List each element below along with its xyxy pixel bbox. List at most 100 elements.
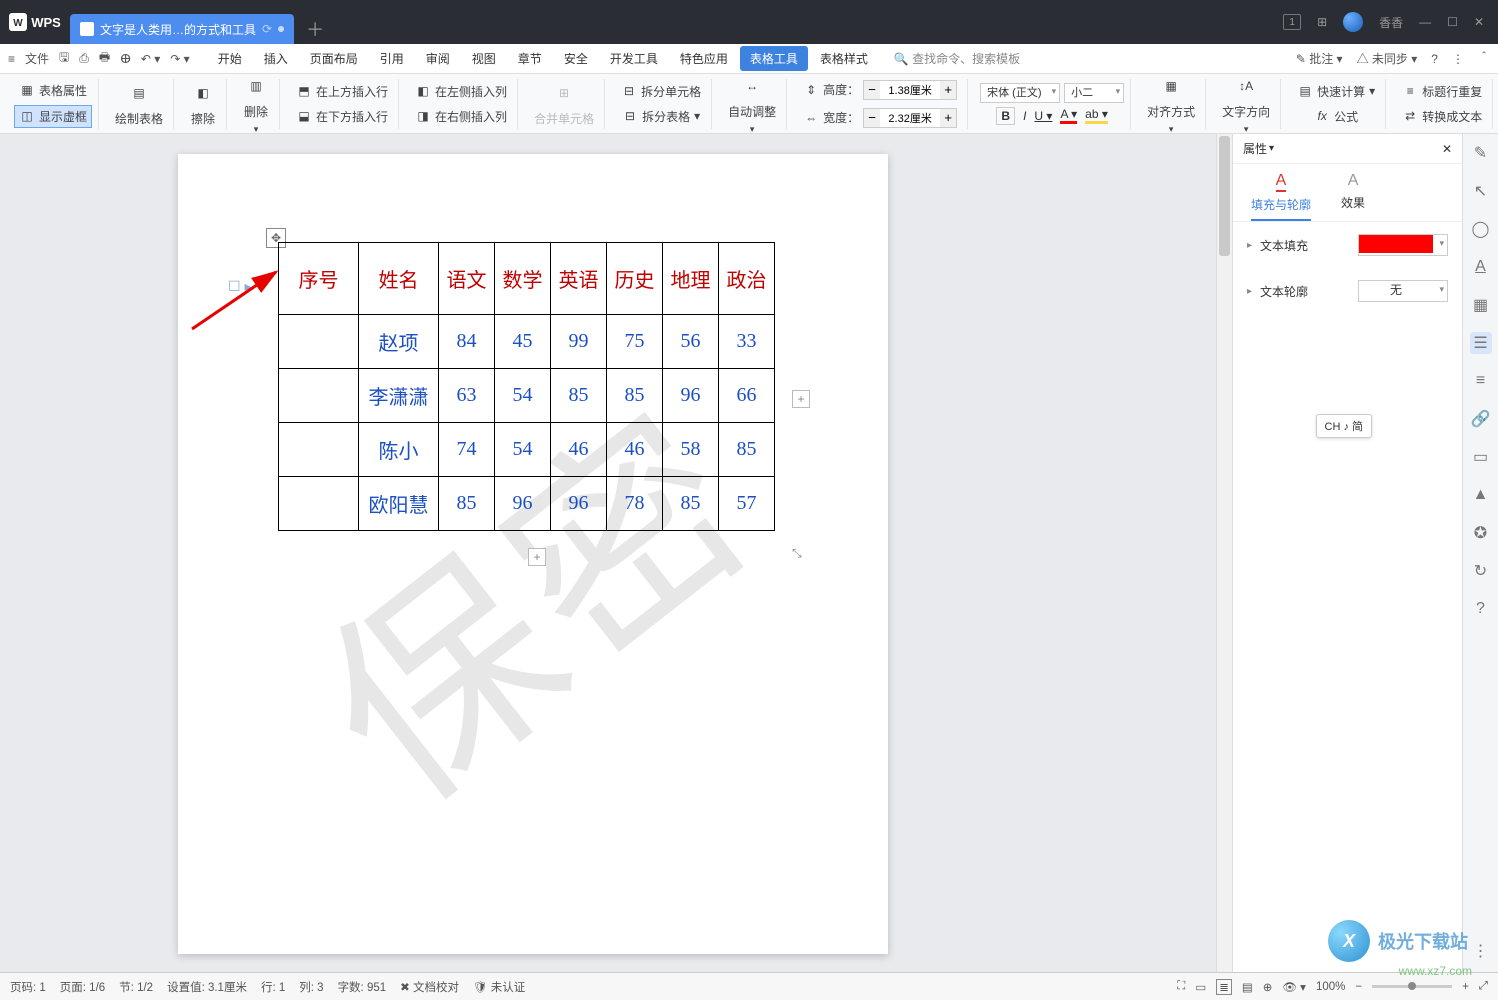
underline-button[interactable]: U ▾ [1034,109,1052,123]
collapse-ribbon-button[interactable]: ＾ [1478,50,1490,67]
show-gridlines-button[interactable]: ◫显示虚框 [14,105,92,128]
cell[interactable]: 85 [719,423,775,477]
cell[interactable]: 李潇潇 [359,369,439,423]
format-painter-icon[interactable]: ⴲ [120,52,131,66]
page-range[interactable]: 页面: 1/6 [60,979,105,995]
expand-icon[interactable]: ▸ [1247,286,1252,297]
text-direction-button[interactable]: ↕A文字方向▾ [1218,71,1274,137]
th[interactable]: 数学 [495,243,551,315]
quick-calc-button[interactable]: ▤快速计算 ▾ [1293,81,1379,102]
font-family-combo[interactable]: 宋体 (正文) [980,83,1060,103]
alignment-button[interactable]: ▦对齐方式▾ [1143,71,1199,137]
cell[interactable]: 66 [719,369,775,423]
cell[interactable] [279,477,359,531]
word-count[interactable]: 字数: 951 [338,979,387,995]
add-row-handle[interactable]: + [528,548,546,566]
cell[interactable]: 赵项 [359,315,439,369]
resize-handle[interactable]: ⤡ [792,546,808,562]
side-history-icon[interactable]: ↻ [1470,560,1492,582]
menu-5[interactable]: 视图 [462,46,506,71]
insert-col-right-button[interactable]: ◨在右侧插入列 [411,106,511,127]
cell[interactable]: 96 [663,369,719,423]
side-settings-icon[interactable]: ☰ [1470,332,1492,354]
annotation-toggle[interactable]: ✎ 批注 ▾ [1296,50,1343,67]
font-size-combo[interactable]: 小二 [1064,83,1124,103]
formula-button[interactable]: fx公式 [1310,106,1362,127]
cell[interactable]: 57 [719,477,775,531]
undo-button[interactable]: ↶ ▾ [141,52,160,66]
th[interactable]: 序号 [279,243,359,315]
zoom-level[interactable]: 100% [1316,981,1345,993]
convert-to-text-button[interactable]: ⇄转换成文本 [1398,106,1486,127]
cell[interactable]: 56 [663,315,719,369]
side-text-icon[interactable]: A [1470,256,1492,278]
vertical-scrollbar[interactable] [1216,134,1232,972]
th[interactable]: 政治 [719,243,775,315]
th[interactable]: 语文 [439,243,495,315]
zoom-out[interactable]: − [1355,981,1362,993]
eye-icon[interactable]: 👁 ▾ [1282,980,1306,994]
italic-button[interactable]: I [1023,109,1026,123]
column[interactable]: 列: 3 [299,979,323,995]
cell[interactable]: 85 [439,477,495,531]
cell[interactable] [279,423,359,477]
cell[interactable]: 54 [495,423,551,477]
window-count-badge[interactable]: 1 [1283,14,1301,30]
text-outline-combo[interactable]: 无 [1358,280,1448,302]
side-more-icon[interactable]: ⋮ [1470,940,1492,962]
section[interactable]: 节: 1/2 [119,979,153,995]
proofing[interactable]: ✖ 文档校对 [400,979,459,995]
menu-6[interactable]: 章节 [508,46,552,71]
zoom-in[interactable]: + [1462,981,1469,993]
cell[interactable]: 75 [607,315,663,369]
side-tool-icon[interactable]: ✪ [1470,522,1492,544]
sync-status[interactable]: △ 未同步 ▾ [1357,50,1418,67]
text-fill-color[interactable] [1358,234,1448,256]
fill-outline-tab[interactable]: A 填充与轮廓 [1251,172,1311,221]
command-search[interactable]: 🔍 查找命令、搜索模板 [894,50,1020,67]
cell[interactable]: 45 [495,315,551,369]
menu-2[interactable]: 页面布局 [300,46,368,71]
menu-10[interactable]: 表格工具 [740,46,808,71]
redo-button[interactable]: ↷ ▾ [170,52,189,66]
zoom-slider[interactable] [1372,985,1452,988]
side-pen-icon[interactable]: ✎ [1470,142,1492,164]
apps-icon[interactable]: ⊞ [1317,15,1327,29]
menu-0[interactable]: 开始 [208,46,252,71]
side-table-icon[interactable]: ▦ [1470,294,1492,316]
draw-table-button[interactable]: ▤绘制表格 [111,78,167,129]
expand-icon[interactable]: ▸ [1247,240,1252,251]
cell[interactable]: 陈小 [359,423,439,477]
user-avatar[interactable] [1343,12,1363,32]
more-icon[interactable]: ⋮ [1452,52,1464,66]
side-template-icon[interactable]: ▭ [1470,446,1492,468]
side-shape-icon[interactable]: ◯ [1470,218,1492,240]
close-button[interactable]: ✕ [1474,15,1484,29]
cert-status[interactable]: 🛡 未认证 [473,979,525,995]
cell[interactable]: 96 [551,477,607,531]
effects-tab[interactable]: A 效果 [1341,172,1365,221]
col-width-spinbox[interactable]: −+ [863,108,957,128]
cell[interactable]: 46 [607,423,663,477]
position[interactable]: 设置值: 3.1厘米 [167,979,247,995]
cell[interactable] [279,315,359,369]
cell[interactable]: 74 [439,423,495,477]
split-table-button[interactable]: ⊟拆分表格 ▾ [618,106,704,127]
save-icon[interactable]: 🖫 [59,48,69,69]
menu-1[interactable]: 插入 [254,46,298,71]
side-select-icon[interactable]: ↖ [1470,180,1492,202]
hamburger-icon[interactable]: ≡ [8,52,15,66]
print-preview-icon[interactable]: ⎙ [79,51,89,66]
cell[interactable]: 85 [663,477,719,531]
menu-9[interactable]: 特色应用 [670,46,738,71]
line[interactable]: 行: 1 [261,979,285,995]
ime-pill[interactable]: CH ♪ 简 [1316,414,1373,438]
th[interactable]: 英语 [551,243,607,315]
outline-icon[interactable]: ⊕ [1263,980,1273,994]
cell[interactable]: 46 [551,423,607,477]
insert-row-above-button[interactable]: ⬒在上方插入行 [292,81,392,102]
cell[interactable] [279,369,359,423]
cell[interactable]: 54 [495,369,551,423]
cell[interactable]: 78 [607,477,663,531]
side-link-icon[interactable]: 🔗 [1470,408,1492,430]
